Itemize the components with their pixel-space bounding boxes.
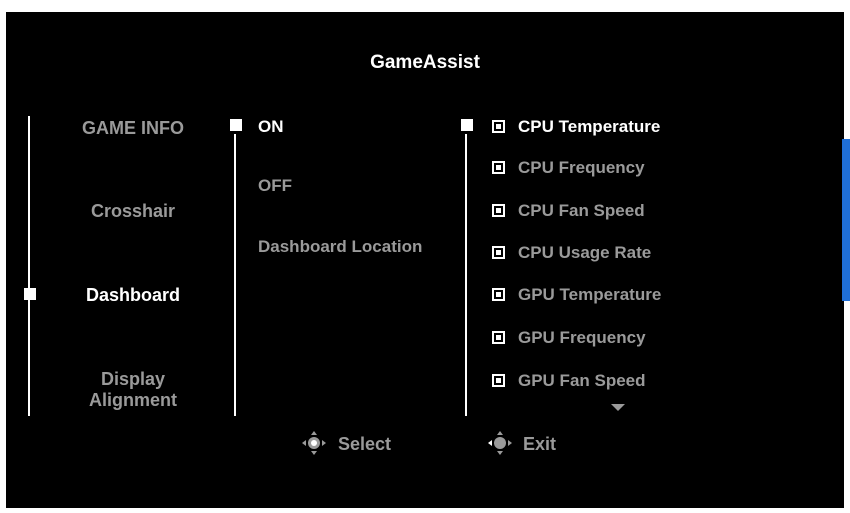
page-title: GameAssist [370, 52, 480, 73]
menu-item-label: GAME INFO [82, 118, 184, 138]
checkbox-checked-icon [492, 288, 505, 301]
checkbox-checked-icon [492, 120, 505, 133]
info-item-label: GPU Temperature [518, 285, 662, 304]
info-item-label: GPU Fan Speed [518, 371, 646, 390]
checkbox-checked-icon [492, 204, 505, 217]
options-column-line [234, 134, 236, 416]
option-dashboard-location[interactable]: Dashboard Location [258, 237, 422, 257]
joystick-left-icon [488, 431, 512, 455]
option-selected-marker [230, 119, 242, 131]
info-column-line [465, 134, 467, 416]
chevron-down-icon[interactable] [611, 404, 625, 411]
info-item-label: CPU Usage Rate [518, 243, 652, 262]
info-item-cpu-fan-speed[interactable]: CPU Fan Speed [492, 201, 822, 223]
gameassist-osd: GameAssist GAME INFO Crosshair Dashboard… [6, 12, 850, 508]
checkbox-checked-icon [492, 331, 505, 344]
menu-item-label: Dashboard [85, 285, 181, 305]
info-item-gpu-fan-speed[interactable]: GPU Fan Speed [492, 371, 822, 393]
menu-item-label: Crosshair [90, 201, 176, 221]
select-hint-label: Select [338, 434, 392, 454]
info-item-label: CPU Temperature [518, 117, 661, 136]
menu-column-line [28, 116, 30, 416]
joystick-press-icon [302, 431, 326, 455]
info-item-cpu-usage-rate[interactable]: CPU Usage Rate [492, 243, 822, 265]
checkbox-checked-icon [492, 374, 505, 387]
option-on[interactable]: ON [258, 117, 284, 137]
info-item-cpu-temperature[interactable]: CPU Temperature [492, 117, 822, 139]
menu-item-dashboard[interactable]: Dashboard [46, 285, 220, 306]
menu-selected-marker [24, 288, 36, 300]
menu-item-crosshair[interactable]: Crosshair [46, 201, 220, 222]
menu-item-display-alignment[interactable]: Display Alignment [46, 369, 220, 411]
info-item-cpu-frequency[interactable]: CPU Frequency [492, 158, 822, 180]
info-selected-marker [461, 119, 473, 131]
info-item-label: CPU Fan Speed [518, 201, 645, 220]
menu-item-label-line2: Alignment [89, 390, 177, 410]
menu-item-game-info[interactable]: GAME INFO [46, 118, 220, 139]
info-item-label: GPU Frequency [518, 328, 646, 347]
scrollbar[interactable] [842, 139, 850, 301]
checkbox-checked-icon [492, 246, 505, 259]
checkbox-checked-icon [492, 161, 505, 174]
info-item-label: CPU Frequency [518, 158, 645, 177]
exit-hint-label: Exit [523, 434, 557, 454]
info-item-gpu-temperature[interactable]: GPU Temperature [492, 285, 822, 307]
menu-item-label-line1: Display [100, 369, 166, 389]
option-off[interactable]: OFF [258, 176, 292, 196]
info-item-gpu-frequency[interactable]: GPU Frequency [492, 328, 822, 350]
